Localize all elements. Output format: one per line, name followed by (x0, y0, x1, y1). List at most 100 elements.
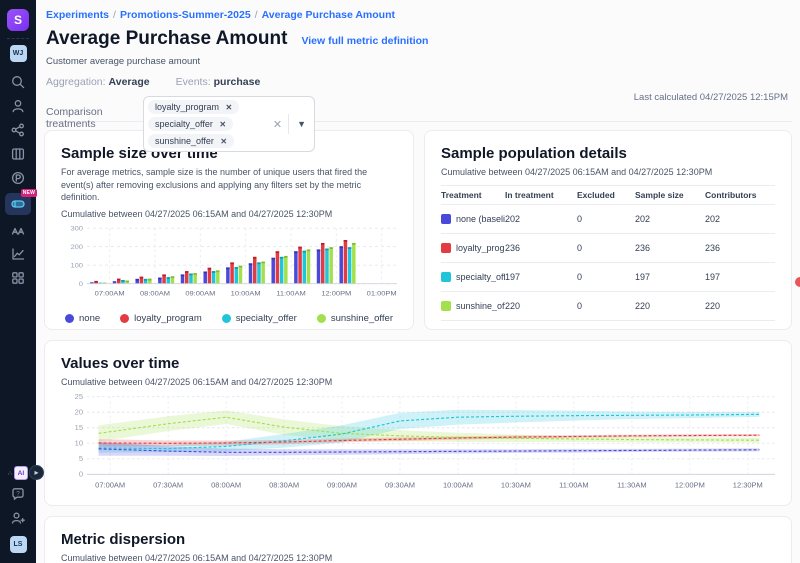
in-treatment-value: 197 (505, 272, 577, 282)
sample-size-value: 197 (635, 272, 705, 282)
sidebar-collapse-handle[interactable]: ▸ (29, 465, 44, 480)
breadcrumb-separator: / (255, 9, 258, 21)
table-header: Excluded (577, 190, 635, 200)
sample-size-value: 202 (635, 214, 705, 224)
breadcrumb-metric-name[interactable]: Average Purchase Amount (262, 9, 395, 21)
invite-user-icon[interactable] (5, 508, 31, 528)
search-icon[interactable] (5, 72, 31, 92)
view-metric-definition-link[interactable]: View full metric definition (301, 35, 428, 47)
treatment-color-swatch (441, 243, 451, 253)
svg-text:12:00PM: 12:00PM (321, 289, 351, 297)
treatment-color-swatch (441, 214, 451, 224)
table-header: In treatment (505, 190, 577, 200)
breadcrumb-experiment-name[interactable]: Promotions-Summer-2025 (120, 9, 251, 21)
sparkle-icon: ∴ (8, 470, 12, 477)
app-logo-icon[interactable]: S (7, 9, 29, 31)
svg-text:10:30AM: 10:30AM (501, 481, 531, 490)
events-field: Events:purchase (176, 76, 261, 88)
notification-edge-dot[interactable] (795, 277, 800, 287)
table-header: Sample size (635, 190, 705, 200)
svg-text:12:00PM: 12:00PM (675, 481, 705, 490)
svg-text:07:00AM: 07:00AM (95, 289, 125, 297)
legend-item[interactable]: sunshine_offer (317, 313, 393, 324)
workspace-avatar[interactable]: WJ (10, 45, 27, 62)
treatment-chip[interactable]: loyalty_program ✕ (148, 100, 239, 114)
metrics-chart-icon[interactable] (5, 244, 31, 264)
table-row[interactable]: specialty_offer 197 0 197 197 (441, 263, 775, 292)
table-header-row: TreatmentIn treatmentExcludedSample size… (441, 186, 775, 205)
excluded-value: 0 (577, 272, 635, 282)
population-table: TreatmentIn treatmentExcludedSample size… (441, 185, 775, 321)
svg-text:5: 5 (79, 454, 83, 463)
svg-text:01:00PM: 01:00PM (367, 289, 397, 297)
sample-size-value: 236 (635, 243, 705, 253)
breadcrumb-separator: / (113, 9, 116, 21)
page-title: Average Purchase Amount (46, 28, 287, 50)
values-line-chart[interactable]: 051015202507:00AM07:30AM08:00AM08:30AM09… (61, 391, 775, 504)
treatments-label: Comparison treatments (46, 96, 143, 130)
last-calculated: Last calculated 04/27/2025 12:15PM (634, 92, 788, 103)
table-row[interactable]: none (baseline) 202 0 202 202 (441, 205, 775, 234)
contributors-value: 236 (705, 243, 775, 253)
svg-text:15: 15 (75, 423, 83, 432)
svg-text:09:30AM: 09:30AM (385, 481, 415, 490)
network-icon[interactable] (5, 120, 31, 140)
svg-text:20: 20 (75, 408, 83, 417)
treatment-color-swatch (441, 301, 451, 311)
legend-item[interactable]: loyalty_program (120, 313, 202, 324)
values-title: Values over time (61, 355, 775, 372)
table-row[interactable]: sunshine_offer 220 0 220 220 (441, 292, 775, 321)
ai-assistant-icon[interactable]: AI (14, 466, 28, 480)
chip-remove-icon[interactable]: ✕ (226, 103, 233, 112)
svg-text:300: 300 (70, 225, 83, 233)
svg-text:09:00AM: 09:00AM (185, 289, 215, 297)
chevron-down-icon[interactable]: ▼ (289, 119, 314, 129)
treatment-chip[interactable]: specialty_offer ✕ (148, 117, 233, 131)
chip-remove-icon[interactable]: ✕ (220, 137, 227, 146)
dashboards-icon[interactable] (5, 268, 31, 288)
sample-size-description: For average metrics, sample size is the … (61, 166, 397, 204)
pulse-icon[interactable] (5, 168, 31, 188)
ab-test-icon[interactable] (5, 220, 31, 240)
svg-text:0: 0 (79, 280, 83, 288)
svg-text:12:30PM: 12:30PM (733, 481, 763, 490)
chip-remove-icon[interactable]: ✕ (219, 120, 226, 129)
table-header: Contributors (705, 190, 775, 200)
treatments-select[interactable]: loyalty_program ✕ specialty_offer ✕ sunshi… (143, 96, 315, 152)
sidebar-item-experiments-active[interactable]: NEW (5, 193, 31, 215)
svg-text:08:30AM: 08:30AM (269, 481, 299, 490)
svg-text:11:00AM: 11:00AM (559, 481, 588, 490)
profile-icon[interactable] (5, 96, 31, 116)
dispersion-card: Metric dispersion Cumulative between 04/… (44, 516, 792, 563)
page-header: Experiments / Promotions-Summer-2025 / Avera… (44, 0, 792, 122)
treatment-color-swatch (441, 272, 451, 282)
in-treatment-value: 220 (505, 301, 577, 311)
legend-item[interactable]: none (65, 313, 100, 324)
in-treatment-value: 236 (505, 243, 577, 253)
treatment-chip[interactable]: sunshine_offer ✕ (148, 134, 234, 148)
aggregation-value: Average (109, 76, 150, 88)
svg-text:10: 10 (75, 439, 83, 448)
sample-size-value: 220 (635, 301, 705, 311)
svg-text:?: ? (16, 490, 20, 497)
contributors-value: 197 (705, 272, 775, 282)
dispersion-cumulative: Cumulative between 04/27/2025 06:15AM an… (61, 553, 775, 563)
sample-size-bar-chart[interactable]: 010020030007:00AM08:00AM09:00AM10:00AM11… (61, 221, 397, 312)
aggregation-field: Aggregation:Average (46, 76, 150, 88)
user-avatar[interactable]: LS (10, 536, 27, 553)
sidebar: S WJ NEW ∴ AI ? LS (0, 0, 36, 563)
svg-text:10:00AM: 10:00AM (231, 289, 261, 297)
treatment-name: sunshine_offer (456, 301, 505, 311)
sidebar-divider (7, 38, 29, 39)
svg-text:07:30AM: 07:30AM (153, 481, 183, 490)
breadcrumb-experiments[interactable]: Experiments (46, 9, 109, 21)
legend-item[interactable]: specialty_offer (222, 313, 297, 324)
svg-text:10:00AM: 10:00AM (443, 481, 473, 490)
clear-all-icon[interactable]: ✕ (267, 118, 288, 131)
svg-text:11:30AM: 11:30AM (617, 481, 646, 490)
treatment-name: loyalty_program (456, 243, 505, 253)
help-chat-icon[interactable]: ? (5, 484, 31, 504)
columns-icon[interactable] (5, 144, 31, 164)
table-row[interactable]: loyalty_program 236 0 236 236 (441, 234, 775, 263)
excluded-value: 0 (577, 301, 635, 311)
